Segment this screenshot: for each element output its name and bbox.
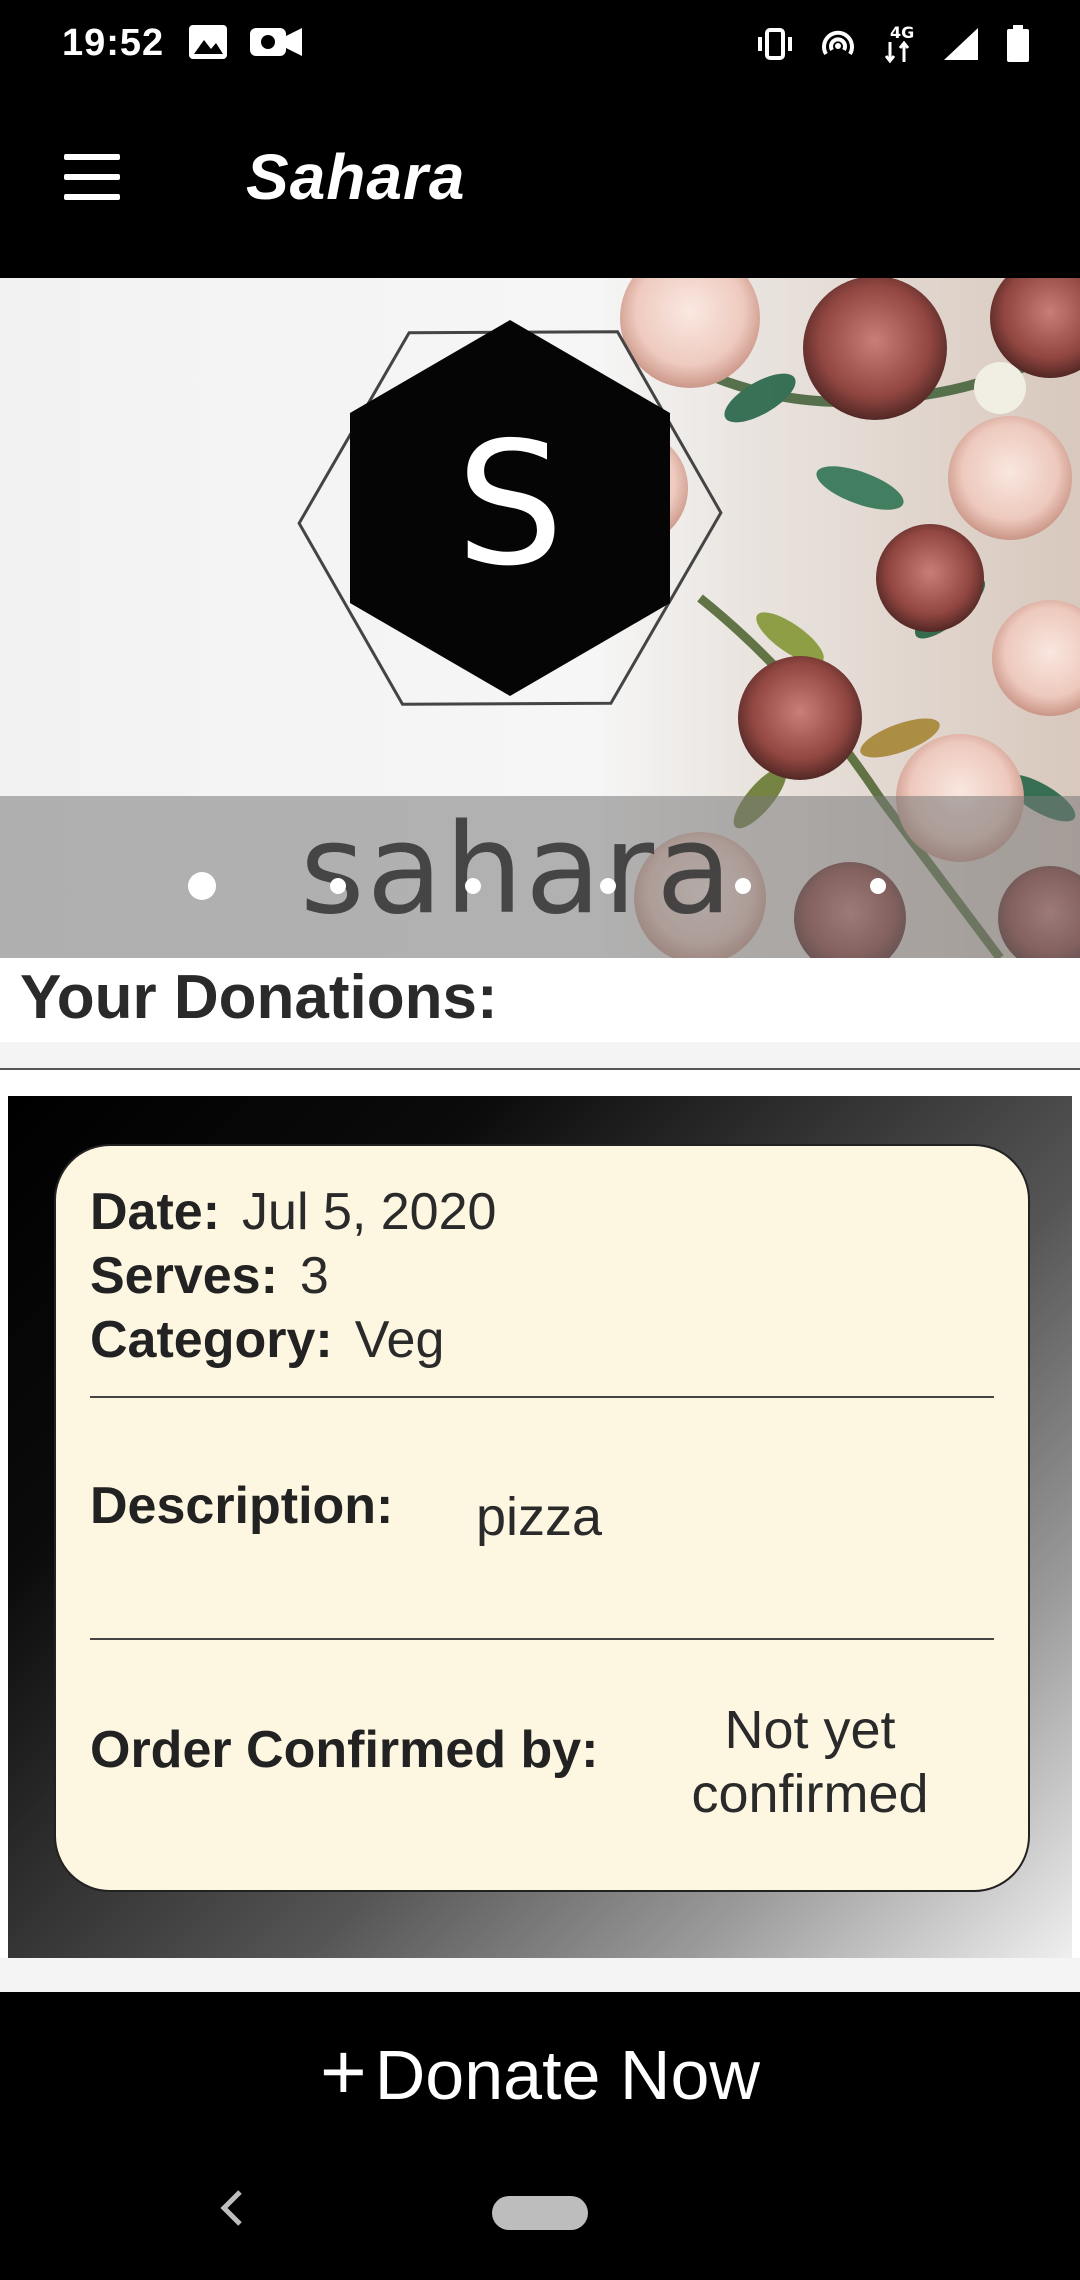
donation-card[interactable]: Date: Jul 5, 2020 Serves: 3 Category: Veg D…	[54, 1144, 1030, 1892]
carousel-dot[interactable]	[735, 878, 751, 894]
heading-strip	[0, 1042, 1080, 1068]
carousel-dot[interactable]	[870, 878, 886, 894]
category-row: Category: Veg	[90, 1310, 444, 1370]
carousel-page-indicator	[0, 866, 1080, 906]
category-value: Veg	[354, 1311, 445, 1369]
4g-data-icon: 4G	[882, 23, 916, 69]
image-icon	[188, 24, 228, 65]
bottom-bar: + Donate Now	[0, 1992, 1080, 2280]
app-title: Sahara	[246, 141, 466, 213]
order-confirmed-value: Not yet confirmed	[670, 1698, 950, 1826]
order-value-line1: Not yet	[724, 1700, 896, 1760]
serves-label: Serves:	[90, 1247, 278, 1305]
hotspot-icon	[820, 28, 856, 65]
status-left-icons	[188, 24, 302, 65]
order-confirmed-label: Order Confirmed by:	[90, 1721, 599, 1779]
serves-row: Serves: 3	[90, 1246, 329, 1306]
donation-list: Date: Jul 5, 2020 Serves: 3 Category: Veg D…	[8, 1096, 1072, 1958]
description-value: pizza	[476, 1487, 603, 1547]
donate-now-label: Donate Now	[374, 2036, 760, 2114]
carousel-dot-active[interactable]	[188, 872, 216, 900]
card-divider	[90, 1396, 994, 1398]
status-time: 19:52	[62, 22, 165, 64]
date-label: Date:	[90, 1183, 221, 1241]
battery-icon	[1006, 25, 1030, 68]
carousel-dot[interactable]	[330, 878, 346, 894]
logo-letter: S	[456, 406, 564, 604]
vibrate-icon	[756, 28, 794, 65]
bottom-strip	[0, 1958, 1080, 1992]
divider	[0, 1068, 1080, 1070]
order-value-line2: confirmed	[691, 1764, 929, 1824]
hamburger-menu-icon[interactable]	[56, 154, 132, 216]
description-label: Description:	[90, 1477, 394, 1535]
page-heading: Your Donations:	[20, 963, 498, 1032]
sahara-logo: S	[297, 320, 723, 706]
network-label: 4G	[890, 24, 914, 42]
status-right-icons: 4G	[756, 23, 1030, 69]
carousel-dot[interactable]	[465, 878, 481, 894]
carousel-dot[interactable]	[600, 878, 616, 894]
signal-icon	[942, 26, 980, 67]
serves-value: 3	[299, 1247, 329, 1305]
home-pill-button[interactable]	[492, 2196, 588, 2230]
video-camera-icon	[250, 24, 302, 65]
back-chevron-icon[interactable]	[212, 2188, 252, 2228]
plus-icon: +	[320, 2027, 367, 2116]
banner-carousel[interactable]: S sahara	[0, 278, 1080, 958]
card-divider	[90, 1638, 994, 1640]
date-row: Date: Jul 5, 2020	[90, 1182, 496, 1242]
app-bar: Sahara	[0, 92, 1080, 278]
donate-now-button[interactable]: + Donate Now	[0, 1992, 1080, 2152]
status-bar: 19:52 4G	[0, 0, 1080, 92]
category-label: Category:	[90, 1311, 333, 1369]
date-value: Jul 5, 2020	[242, 1183, 497, 1241]
